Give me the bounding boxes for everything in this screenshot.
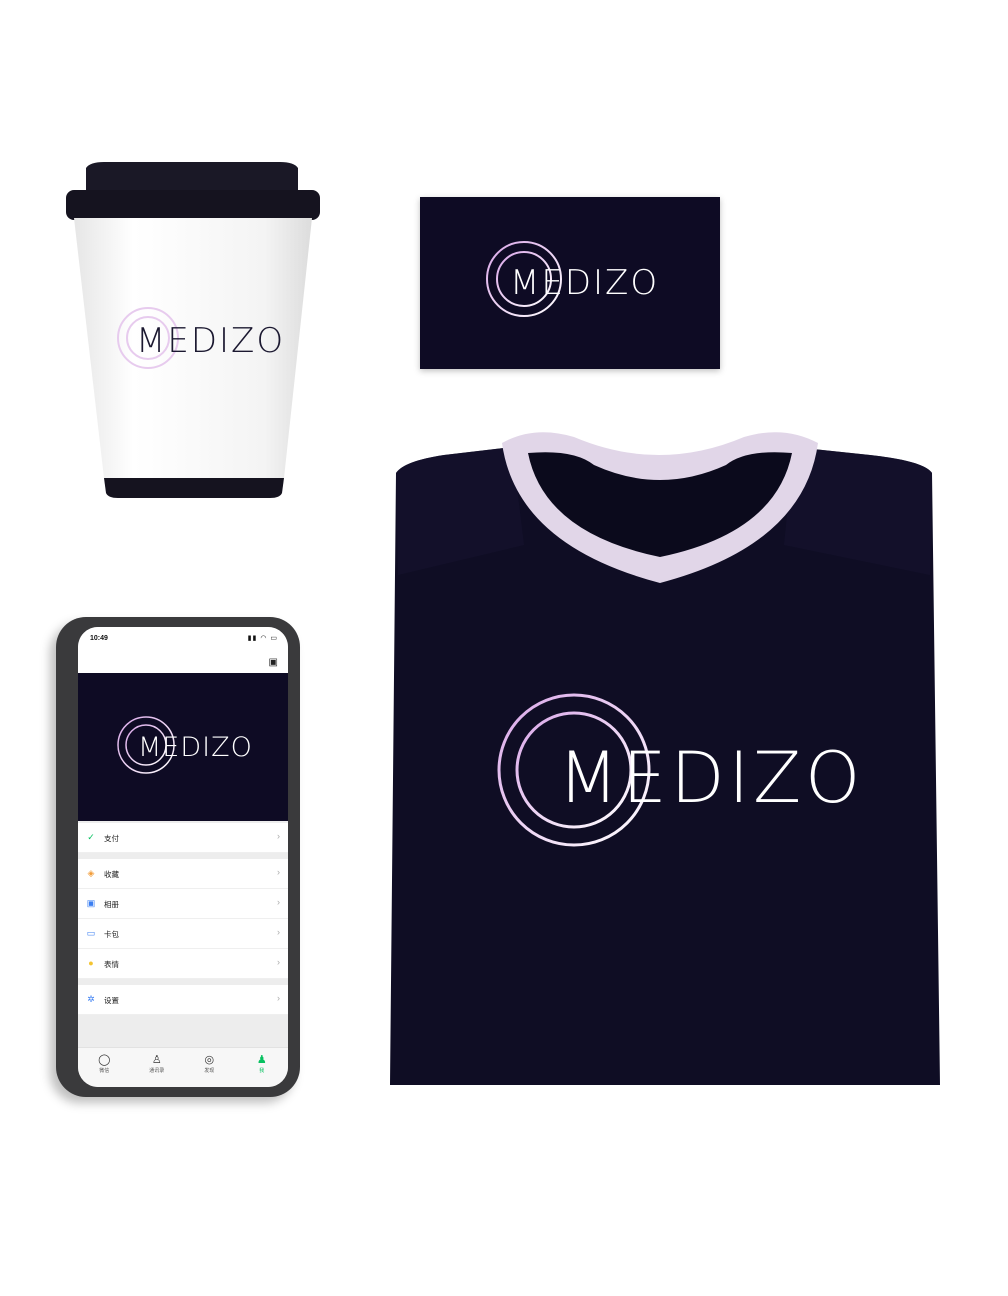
me-icon: ♟ [256,1054,267,1066]
chevron-right-icon: › [277,897,280,907]
tab-contacts[interactable]: ♙ 通讯录 [137,1048,177,1087]
chevron-right-icon: › [277,831,280,841]
phone-screen: 10:49 ▮▮ ◠ ▭ ▣ MEDIZO ✓ 支付 › ◈ 收藏 › ▣ 相册… [78,627,288,1087]
banner-logo: MEDIZO [117,716,253,774]
discover-icon: ◎ [204,1054,215,1066]
tab-label: 我 [259,1068,265,1074]
business-card-mockup: MEDIZO [420,197,720,369]
tab-label: 通讯录 [149,1068,165,1074]
banner-wordmark: MEDIZO [138,732,253,763]
card-wordmark: MEDIZO [510,263,659,303]
tab-label: 发现 [204,1068,215,1074]
menu-item-label: 卡包 [104,930,119,939]
menu-item-label: 收藏 [104,870,119,879]
pay-icon: ✓ [87,832,95,842]
tshirt-mockup: MEDIZO [384,425,944,1090]
favorites-icon: ◈ [87,868,95,878]
album-icon: ▣ [86,898,96,908]
chevron-right-icon: › [277,927,280,937]
menu-item-label: 支付 [104,834,119,843]
cup-wordmark: MEDIZO [136,321,285,361]
menu-item-label: 表情 [104,960,119,969]
bottom-tab-bar: ◯ 微信 ♙ 通讯录 ◎ 发现 ♟ 我 [78,1047,288,1087]
shirt-wordmark: MEDIZO [558,737,864,819]
menu-item-stickers[interactable]: ● 表情 › [78,949,288,979]
phone-mockup: 10:49 ▮▮ ◠ ▭ ▣ MEDIZO ✓ 支付 › ◈ 收藏 › ▣ 相册… [56,617,300,1097]
menu-item-cards[interactable]: ▭ 卡包 › [78,919,288,949]
menu-group-2: ◈ 收藏 › ▣ 相册 › ▭ 卡包 › ● 表情 › [78,859,288,979]
status-bar: 10:49 ▮▮ ◠ ▭ [78,627,288,651]
menu-item-album[interactable]: ▣ 相册 › [78,889,288,919]
card-logo: MEDIZO [486,241,659,317]
menu-item-pay[interactable]: ✓ 支付 › [78,823,288,853]
tab-discover[interactable]: ◎ 发现 [189,1048,229,1087]
coffee-cup-mockup: MEDIZO [60,160,330,505]
menu-group-3: ✲ 设置 › [78,985,288,1015]
status-time: 10:49 [90,635,108,642]
signal-wifi-battery-icon: ▮▮ ◠ ▭ [247,635,278,642]
card-icon: ▭ [86,928,96,938]
menu-item-favorites[interactable]: ◈ 收藏 › [78,859,288,889]
top-bar: ▣ [78,651,288,673]
menu-group-1: ✓ 支付 › [78,823,288,853]
tab-me[interactable]: ♟ 我 [242,1048,282,1087]
settings-icon: ✲ [87,994,95,1004]
menu-item-label: 设置 [104,996,119,1005]
tab-label: 微信 [99,1068,110,1074]
profile-banner[interactable]: MEDIZO [78,673,288,821]
tab-chats[interactable]: ◯ 微信 [84,1048,124,1087]
menu-item-settings[interactable]: ✲ 设置 › [78,985,288,1015]
chevron-right-icon: › [277,867,280,877]
sticker-icon: ● [88,958,94,968]
chevron-right-icon: › [277,957,280,967]
camera-icon[interactable]: ▣ [269,657,278,668]
menu-item-label: 相册 [104,900,119,909]
contacts-icon: ♙ [151,1054,162,1066]
chat-icon: ◯ [98,1054,111,1066]
chevron-right-icon: › [277,993,280,1003]
